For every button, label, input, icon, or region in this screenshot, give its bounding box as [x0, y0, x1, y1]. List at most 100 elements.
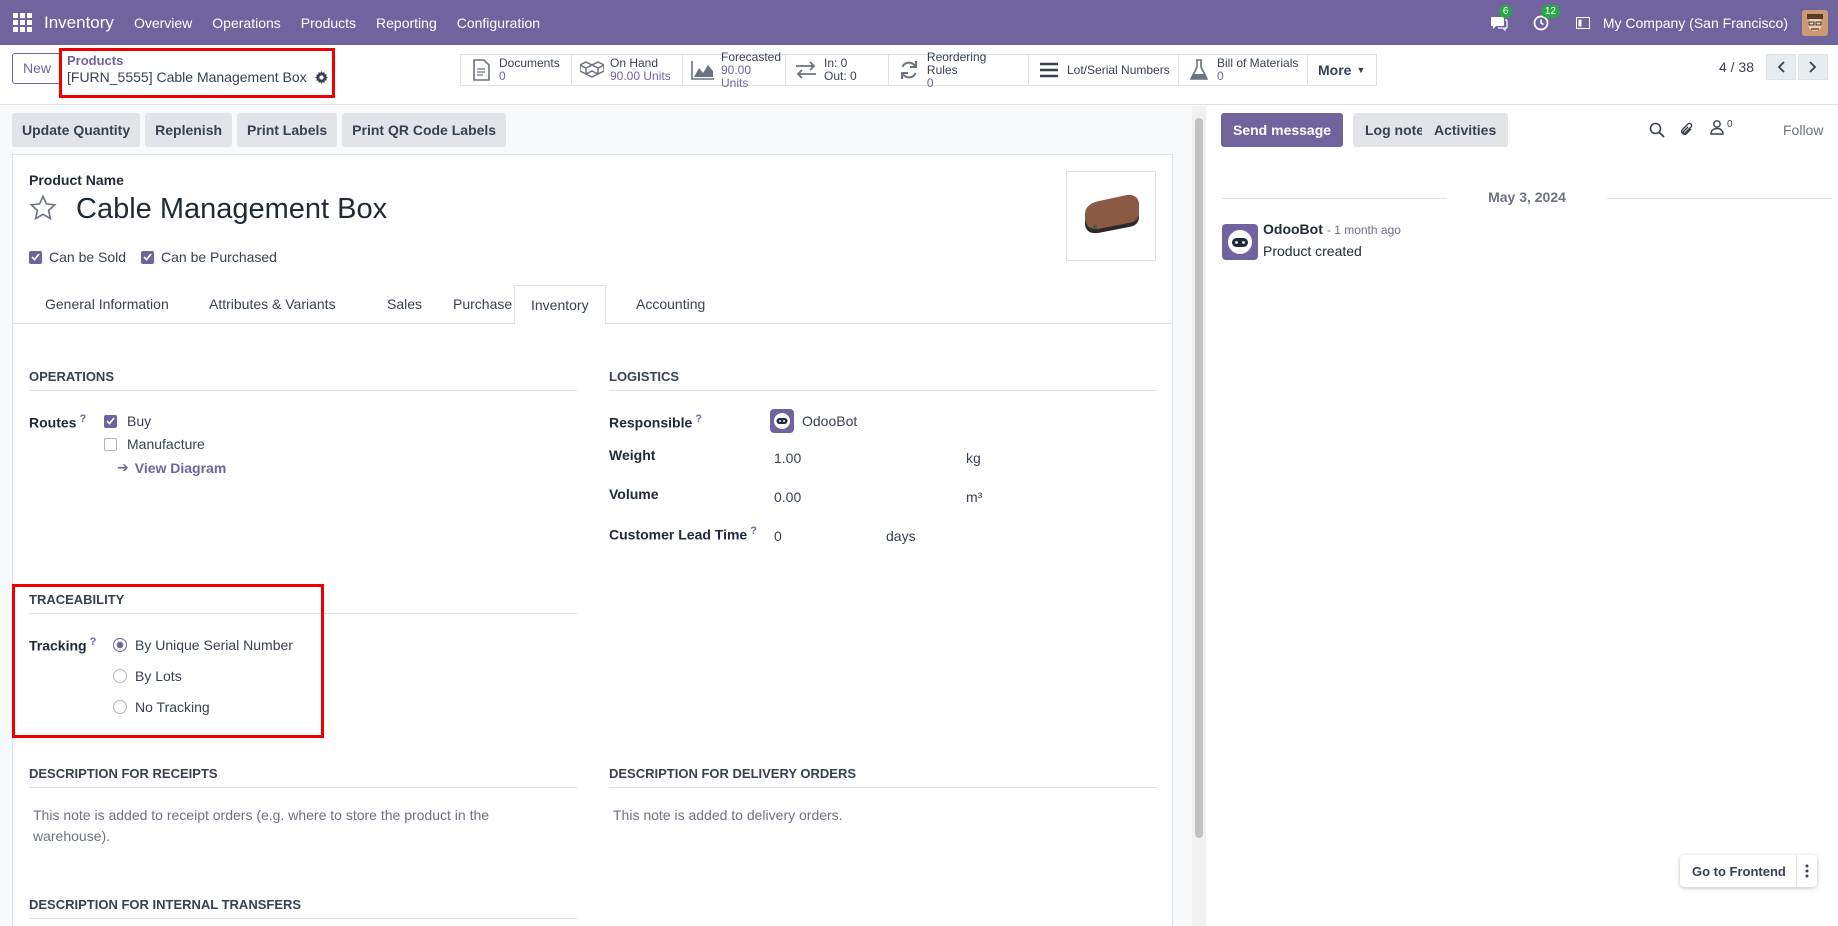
print-labels-button[interactable]: Print Labels — [237, 113, 338, 147]
weight-unit: kg — [966, 450, 981, 466]
check-icon — [141, 250, 154, 264]
forecasted-label: Forecasted — [721, 49, 782, 64]
print-qr-labels-button[interactable]: Print QR Code Labels — [342, 113, 507, 147]
more-dropdown[interactable]: More ▼ — [1308, 55, 1376, 85]
go-to-frontend-button[interactable]: Go to Frontend — [1680, 864, 1796, 879]
notebook-tabs: General Information Attributes & Variant… — [13, 285, 1172, 325]
can-be-purchased-checkbox[interactable]: Can be Purchased — [141, 249, 277, 265]
messages-badge: 6 — [1498, 4, 1513, 18]
company-switch-icon[interactable] — [1573, 13, 1593, 33]
reordering-rules-button[interactable]: Reordering Rules 0 — [889, 50, 1029, 89]
form-sheet: Product Name Cable Management Box Can be… — [12, 154, 1173, 926]
menu-reporting[interactable]: Reporting — [376, 15, 437, 31]
go-to-frontend-widget: Go to Frontend — [1680, 855, 1817, 887]
smart-buttons: Documents 0 On Hand 90.00 Units Forecasted… — [460, 50, 1377, 89]
bars-icon — [1037, 59, 1061, 81]
in-out-button[interactable]: In: 0 Out: 0 — [786, 55, 889, 85]
activities-icon[interactable]: 12 — [1531, 4, 1560, 33]
documents-label: Documents — [499, 56, 560, 70]
previous-record-button[interactable] — [1766, 54, 1796, 80]
follow-button[interactable]: Follow — [1783, 122, 1823, 138]
odoobot-avatar[interactable] — [1222, 224, 1258, 260]
operations-section-title: Operations — [29, 369, 577, 391]
can-be-purchased-label: Can be Purchased — [161, 249, 277, 265]
flask-icon — [1187, 59, 1211, 81]
form-area: Update Quantity Replenish Print Labels P… — [0, 106, 1192, 926]
tab-inventory[interactable]: Inventory — [514, 285, 606, 325]
can-be-sold-checkbox[interactable]: Can be Sold — [29, 249, 126, 265]
on-hand-button[interactable]: On Hand 90.00 Units — [572, 55, 683, 85]
reordering-value: 0 — [926, 75, 934, 90]
responsible-field[interactable]: OdooBot — [770, 409, 857, 433]
help-tooltip-icon[interactable]: ? — [695, 413, 702, 425]
responsible-value: OdooBot — [802, 413, 858, 429]
favorite-star-icon[interactable] — [29, 194, 57, 225]
route-manufacture-checkbox[interactable]: Manufacture — [104, 436, 205, 452]
activities-badge: 12 — [1540, 4, 1560, 18]
cubes-icon — [580, 59, 604, 81]
view-diagram-label: View Diagram — [134, 459, 227, 476]
message-author[interactable]: OdooBot — [1263, 221, 1323, 237]
tab-attributes-variants[interactable]: Attributes & Variants — [193, 285, 352, 324]
volume-label: Volume — [609, 486, 659, 502]
pager-value[interactable]: 4 / 38 — [1719, 59, 1754, 75]
highlight-box-traceability — [12, 584, 324, 738]
followers-button[interactable]: 0 — [1709, 119, 1733, 135]
tab-general-information[interactable]: General Information — [29, 285, 185, 324]
odoobot-avatar — [770, 409, 794, 433]
apps-menu-icon[interactable] — [0, 0, 44, 45]
caret-down-icon: ▼ — [1356, 65, 1366, 75]
lot-serial-button[interactable]: Lot/Serial Numbers — [1029, 55, 1179, 85]
messages-icon[interactable]: 6 — [1489, 4, 1513, 33]
bill-of-materials-button[interactable]: Bill of Materials 0 — [1179, 55, 1308, 85]
search-icon[interactable] — [1649, 122, 1665, 141]
send-message-button[interactable]: Send message — [1221, 113, 1344, 147]
on-hand-value: 90.00 Units — [610, 69, 671, 83]
check-icon — [104, 414, 117, 428]
bom-label: Bill of Materials — [1217, 56, 1299, 70]
activities-button[interactable]: Activities — [1422, 113, 1509, 147]
paperclip-icon[interactable] — [1679, 121, 1695, 142]
check-icon — [29, 250, 42, 264]
menu-products[interactable]: Products — [301, 15, 356, 31]
forecasted-button[interactable]: Forecasted 90.00 Units — [683, 50, 786, 89]
help-tooltip-icon[interactable]: ? — [750, 525, 757, 537]
documents-value: 0 — [499, 69, 506, 83]
tab-accounting[interactable]: Accounting — [620, 285, 721, 324]
new-button[interactable]: New — [12, 53, 63, 84]
help-tooltip-icon[interactable]: ? — [79, 413, 86, 425]
desc-receipts-input[interactable]: This note is added to receipt orders (e.… — [33, 805, 553, 847]
user-avatar[interactable] — [1802, 9, 1828, 36]
documents-button[interactable]: Documents 0 — [461, 55, 572, 85]
app-name[interactable]: Inventory — [44, 13, 114, 33]
next-record-button[interactable] — [1798, 54, 1828, 80]
more-label: More — [1318, 62, 1352, 78]
customer-lead-time-input[interactable]: 0 — [774, 528, 782, 544]
product-name-input[interactable]: Cable Management Box — [76, 193, 387, 226]
menu-overview[interactable]: Overview — [134, 15, 192, 31]
product-image[interactable] — [1066, 171, 1156, 261]
replenish-button[interactable]: Replenish — [145, 113, 233, 147]
forecasted-value: 90.00 Units — [721, 62, 752, 90]
form-scrollbar[interactable] — [1192, 106, 1206, 926]
weight-input[interactable]: 1.00 — [774, 450, 801, 466]
date-separator: May 3, 2024 — [1222, 189, 1832, 205]
desc-delivery-input[interactable]: This note is added to delivery orders. — [613, 805, 1133, 826]
vertical-dots-icon[interactable] — [1795, 855, 1817, 887]
company-name[interactable]: My Company (San Francisco) — [1603, 15, 1788, 31]
reordering-label: Reordering Rules — [926, 49, 987, 77]
product-name-label: Product Name — [29, 172, 124, 188]
top-navbar: Inventory Overview Operations Products R… — [0, 0, 1838, 45]
customer-lead-time-label: Customer Lead Time — [609, 526, 748, 543]
update-quantity-button[interactable]: Update Quantity — [12, 113, 141, 147]
empty-checkbox-icon — [104, 437, 117, 451]
routes-label: Routes — [29, 414, 77, 431]
menu-configuration[interactable]: Configuration — [457, 15, 540, 31]
tab-sales[interactable]: Sales — [371, 285, 438, 324]
arrow-right-icon: ➔ — [117, 459, 129, 475]
route-buy-checkbox[interactable]: Buy — [104, 413, 151, 429]
volume-input[interactable]: 0.00 — [774, 489, 801, 505]
view-diagram-link[interactable]: ➔ View Diagram — [117, 459, 226, 476]
menu-operations[interactable]: Operations — [212, 15, 280, 31]
customer-lead-time-unit: days — [886, 528, 916, 544]
